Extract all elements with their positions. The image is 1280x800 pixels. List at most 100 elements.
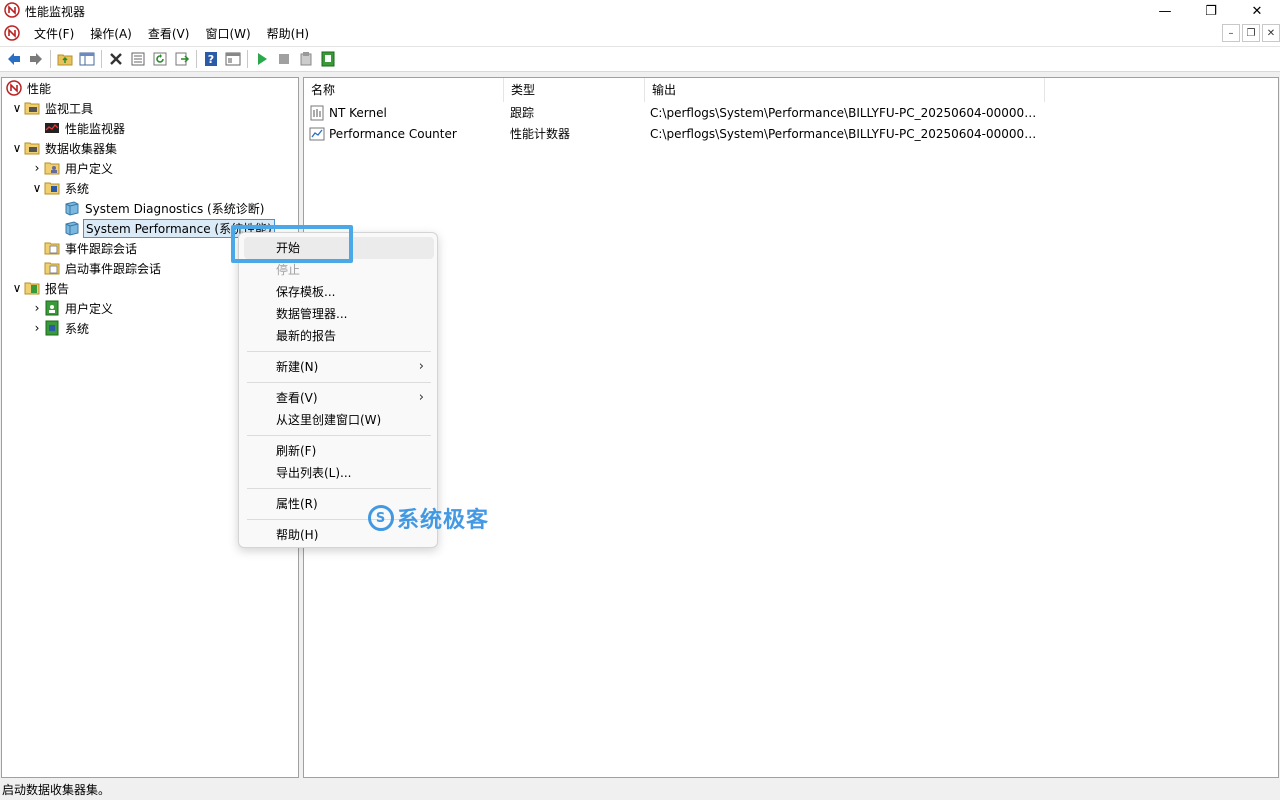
menu-item-view[interactable]: 查看(V) › — [244, 387, 434, 409]
tree-item-data-collector-sets[interactable]: ∨ 数据收集器集 — [10, 138, 119, 158]
menu-item-label: 从这里创建窗口(W) — [276, 413, 382, 427]
mmc-system-icon[interactable] — [4, 24, 20, 44]
folder-system-icon — [44, 180, 60, 196]
maximize-button[interactable]: ❐ — [1188, 0, 1234, 22]
window-title: 性能监视器 — [25, 4, 86, 19]
tree-item-reports-user-defined[interactable]: › 用户定义 — [30, 298, 115, 318]
menu-file[interactable]: 文件(F) — [26, 22, 82, 46]
report-icon — [321, 51, 335, 67]
mdi-restore-button[interactable]: ❐ — [1242, 24, 1260, 42]
tree-item-label: 数据收集器集 — [45, 141, 118, 156]
tree-item-label: 性能 — [27, 81, 52, 96]
watermark-text: 系统极客 — [397, 508, 490, 533]
menu-item-label: 帮助(H) — [276, 528, 319, 542]
menu-separator — [247, 435, 431, 436]
menu-item-label: 刷新(F) — [276, 444, 317, 458]
folder-trace-icon — [44, 240, 60, 256]
chevron-right-icon[interactable]: › — [30, 321, 44, 335]
show-console-button[interactable] — [222, 48, 244, 70]
properties-button[interactable] — [127, 48, 149, 70]
column-header-name[interactable]: 名称 — [304, 78, 504, 102]
menu-help[interactable]: 帮助(H) — [259, 22, 317, 46]
toolbar: ? — [0, 46, 1280, 72]
show-hide-tree-button[interactable] — [76, 48, 98, 70]
chevron-down-icon[interactable]: ∨ — [10, 101, 24, 115]
chevron-down-icon[interactable]: ∨ — [10, 141, 24, 155]
menu-item-new-window-from-here[interactable]: 从这里创建窗口(W) — [244, 409, 434, 431]
folder-user-icon — [44, 160, 60, 176]
chevron-down-icon[interactable]: ∨ — [10, 281, 24, 295]
back-button[interactable] — [3, 48, 25, 70]
menu-item-export-list[interactable]: 导出列表(L)... — [244, 462, 434, 484]
title-bar: 性能监视器 — ❐ ✕ — [0, 0, 1280, 22]
forward-button[interactable] — [25, 48, 47, 70]
close-button[interactable]: ✕ — [1234, 0, 1280, 22]
chevron-right-icon: › — [418, 359, 424, 374]
counter-icon — [309, 127, 325, 140]
menu-window[interactable]: 窗口(W) — [197, 22, 258, 46]
tree-item-performance[interactable]: 性能 — [6, 78, 53, 98]
menu-item-refresh[interactable]: 刷新(F) — [244, 440, 434, 462]
list-item[interactable]: Performance Counter 性能计数器 C:\perflogs\Sy… — [304, 123, 1040, 144]
up-folder-button[interactable] — [54, 48, 76, 70]
save-template-button[interactable] — [295, 48, 317, 70]
tree-item-system-diagnostics[interactable]: System Diagnostics (系统诊断) — [50, 198, 266, 218]
list-item[interactable]: NT Kernel 跟踪 C:\perflogs\System\Performa… — [304, 102, 1040, 123]
tree-item-label: 系统 — [65, 181, 90, 196]
report-system-icon — [44, 320, 60, 336]
stop-icon — [279, 54, 289, 64]
menu-item-new[interactable]: 新建(N) › — [244, 356, 434, 378]
tree-item-label: 系统 — [65, 321, 90, 336]
mdi-minimize-button[interactable]: – — [1222, 24, 1240, 42]
chevron-right-icon: › — [418, 390, 424, 405]
tree-item-system[interactable]: ∨ 系统 — [30, 178, 91, 198]
stop-button[interactable] — [273, 48, 295, 70]
menu-item-save-template[interactable]: 保存模板... — [244, 281, 434, 303]
row-name: Performance Counter — [329, 126, 457, 141]
tree-item-label: 监视工具 — [45, 101, 94, 116]
minimize-button[interactable]: — — [1142, 0, 1188, 22]
refresh-button[interactable] — [149, 48, 171, 70]
column-header-type[interactable]: 类型 — [504, 78, 645, 102]
tree-item-label: 事件跟踪会话 — [65, 241, 138, 256]
result-list: 名称 类型 输出 NT Kernel 跟踪 C:\perflogs\System… — [303, 77, 1279, 778]
help-button[interactable]: ? — [200, 48, 222, 70]
menu-view[interactable]: 查看(V) — [140, 22, 198, 46]
export-icon — [175, 52, 190, 66]
perfmon-icon — [6, 80, 22, 96]
delete-button[interactable] — [105, 48, 127, 70]
start-button[interactable] — [251, 48, 273, 70]
arrow-left-icon — [8, 53, 20, 65]
menu-action[interactable]: 操作(A) — [82, 22, 140, 46]
export-list-button[interactable] — [171, 48, 193, 70]
latest-report-button[interactable] — [317, 48, 339, 70]
mdi-close-button[interactable]: ✕ — [1262, 24, 1280, 42]
folder-trace-icon — [44, 260, 60, 276]
tree-item-event-trace-sessions[interactable]: 事件跟踪会话 — [30, 238, 139, 258]
menu-item-label: 最新的报告 — [276, 329, 337, 343]
menu-item-label: 查看(V) — [276, 391, 318, 405]
help-icon: ? — [205, 52, 217, 66]
tree-item-label: 用户定义 — [65, 161, 114, 176]
tree-item-user-defined[interactable]: › 用户定义 — [30, 158, 115, 178]
tree-item-monitoring-tools[interactable]: ∨ 监视工具 — [10, 98, 95, 118]
tree-item-performance-monitor[interactable]: 性能监视器 — [30, 118, 127, 138]
tree-item-label: 用户定义 — [65, 301, 114, 316]
tree-item-startup-event-trace-sessions[interactable]: 启动事件跟踪会话 — [30, 258, 163, 278]
menu-bar: 文件(F) 操作(A) 查看(V) 窗口(W) 帮助(H) – ❐ ✕ — [0, 22, 1280, 46]
list-header: 名称 类型 输出 — [304, 78, 1045, 102]
arrow-right-icon — [30, 53, 42, 65]
console-window-icon — [225, 52, 241, 66]
menu-item-data-manager[interactable]: 数据管理器... — [244, 303, 434, 325]
tree-item-label: 性能监视器 — [65, 121, 126, 136]
column-header-output[interactable]: 输出 — [645, 78, 1045, 102]
menu-item-latest-report[interactable]: 最新的报告 — [244, 325, 434, 347]
tree-item-reports-system[interactable]: › 系统 — [30, 318, 91, 338]
chevron-right-icon[interactable]: › — [30, 301, 44, 315]
chevron-down-icon[interactable]: ∨ — [30, 181, 44, 195]
tree-item-reports[interactable]: ∨ 报告 — [10, 278, 71, 298]
delete-x-icon — [110, 53, 122, 65]
report-user-icon — [44, 300, 60, 316]
chevron-right-icon[interactable]: › — [30, 161, 44, 175]
